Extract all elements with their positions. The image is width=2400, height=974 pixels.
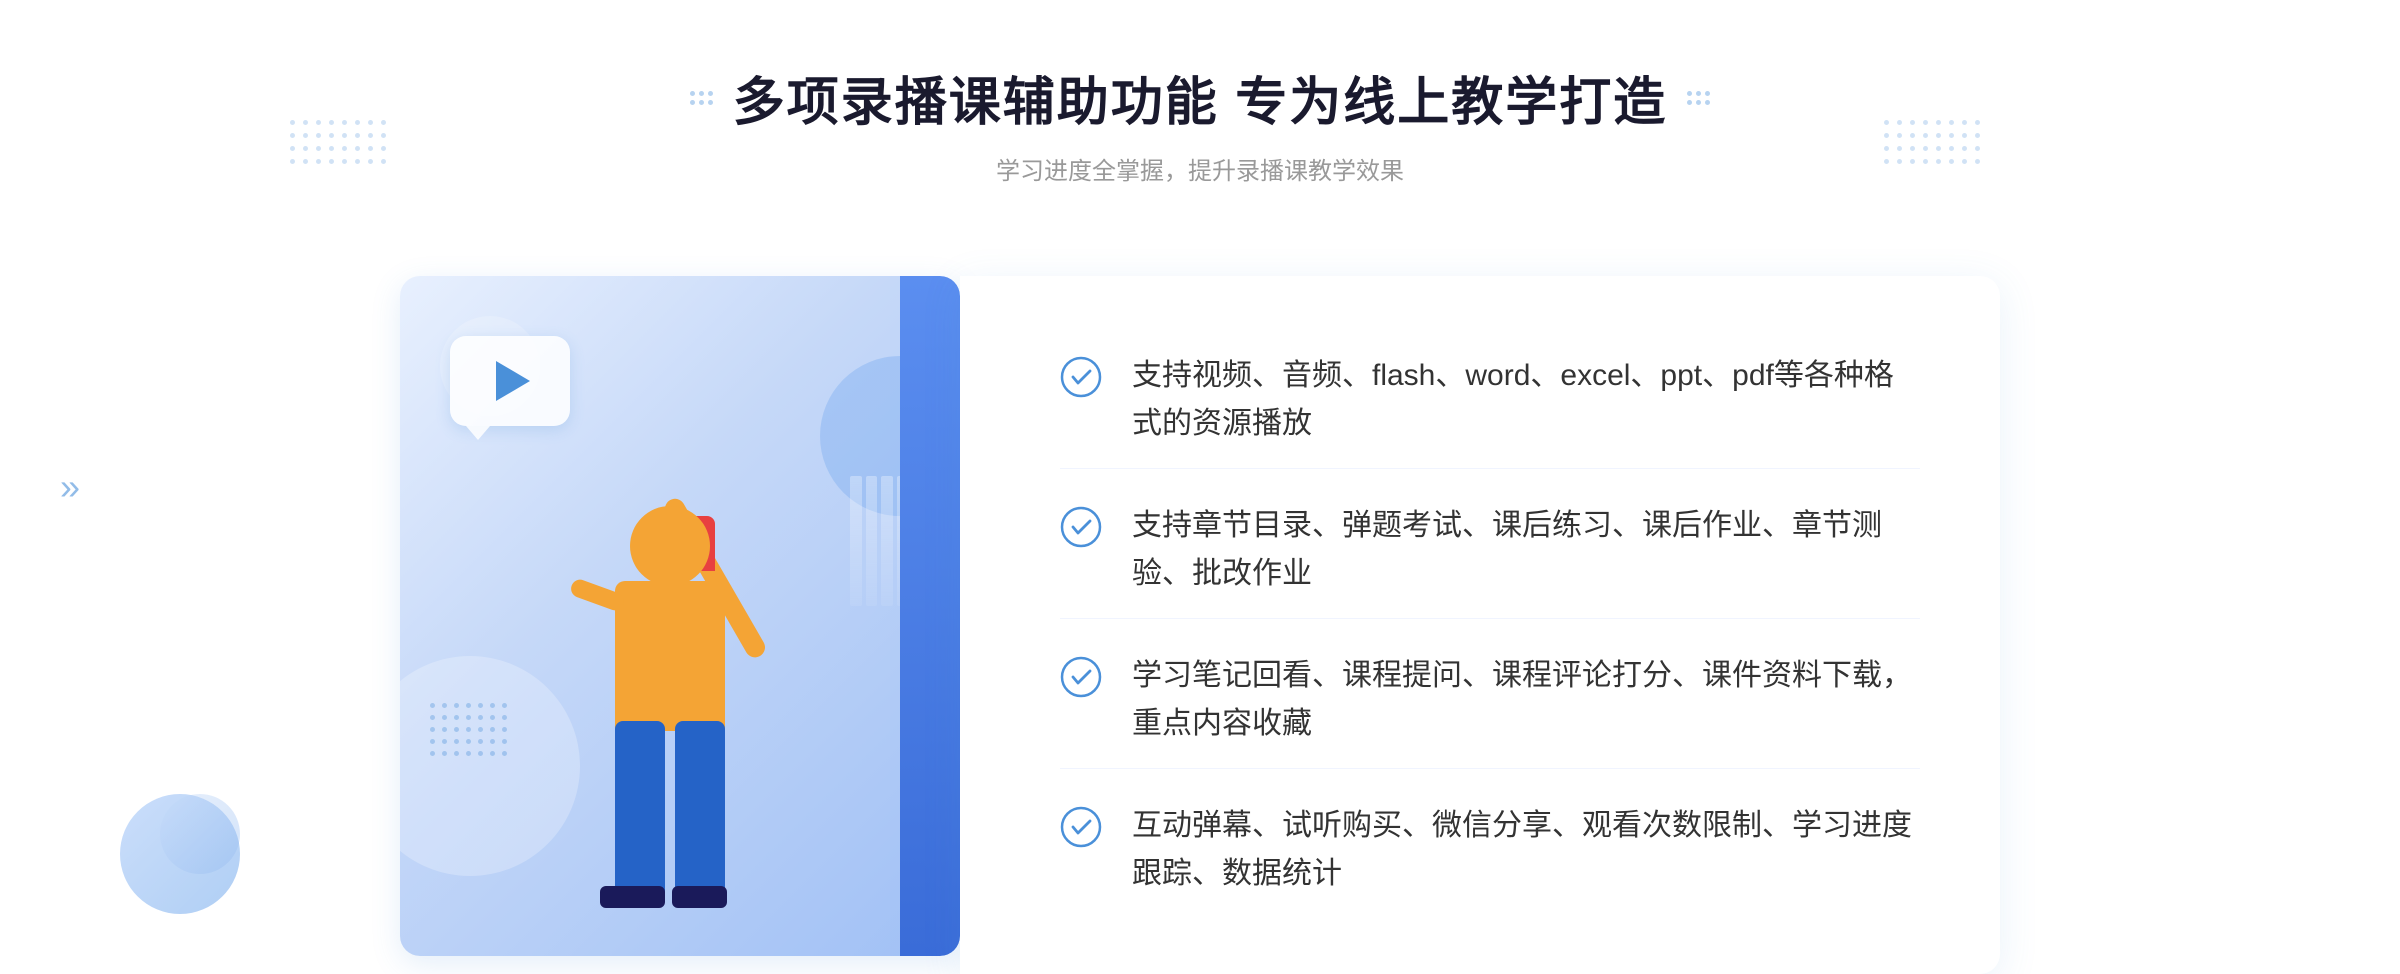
person-illustration xyxy=(500,426,800,956)
person-foot-left xyxy=(600,886,665,908)
play-bubble-bg xyxy=(450,336,570,426)
title-deco-left xyxy=(690,91,713,105)
feature-text-4: 互动弹幕、试听购买、微信分享、观看次数限制、学习进度跟踪、数据统计 xyxy=(1132,802,1920,898)
check-icon-4 xyxy=(1060,806,1102,848)
page-subtitle: 学习进度全掌握，提升录播课教学效果 xyxy=(690,151,1710,186)
page-container: » 多项录播课辅助功能 专为线上教学打造 学习进度全掌握，提升录播课教学效果 xyxy=(0,0,2400,974)
check-icon-2 xyxy=(1060,506,1102,548)
person-foot-right xyxy=(672,886,727,908)
person-head xyxy=(630,506,710,586)
feature-text-1: 支持视频、音频、flash、word、excel、ppt、pdf等各种格式的资源… xyxy=(1132,352,1920,448)
feature-item-1: 支持视频、音频、flash、word、excel、ppt、pdf等各种格式的资源… xyxy=(1060,332,1920,469)
dots-decoration-top-right xyxy=(1884,120,1980,164)
person-body xyxy=(615,581,725,731)
person-leg-left xyxy=(615,721,665,901)
deco-circle-2 xyxy=(160,794,240,874)
arrow-left-icon: » xyxy=(60,466,80,508)
feature-item-4: 互动弹幕、试听购买、微信分享、观看次数限制、学习进度跟踪、数据统计 xyxy=(1060,782,1920,918)
page-title: 多项录播课辅助功能 专为线上教学打造 xyxy=(733,60,1667,135)
feature-item-3: 学习笔记回看、课程提问、课程评论打分、课件资料下载，重点内容收藏 xyxy=(1060,632,1920,769)
check-icon-1 xyxy=(1060,356,1102,398)
blue-bar-accent xyxy=(900,276,960,956)
play-icon xyxy=(496,361,530,401)
check-icon-3 xyxy=(1060,656,1102,698)
feature-item-2: 支持章节目录、弹题考试、课后练习、课后作业、章节测验、批改作业 xyxy=(1060,482,1920,619)
play-bubble-tail xyxy=(466,426,490,440)
title-deco-right xyxy=(1687,91,1710,105)
illus-dots-decoration xyxy=(430,703,507,756)
person-leg-right xyxy=(675,721,725,901)
feature-text-3: 学习笔记回看、课程提问、课程评论打分、课件资料下载，重点内容收藏 xyxy=(1132,652,1920,748)
play-bubble xyxy=(450,336,570,436)
main-content: 支持视频、音频、flash、word、excel、ppt、pdf等各种格式的资源… xyxy=(400,236,2000,974)
illustration-panel xyxy=(400,276,960,956)
dots-decoration-top-left xyxy=(290,120,386,164)
content-panel: 支持视频、音频、flash、word、excel、ppt、pdf等各种格式的资源… xyxy=(960,276,2000,974)
page-header: 多项录播课辅助功能 专为线上教学打造 学习进度全掌握，提升录播课教学效果 xyxy=(690,60,1710,186)
feature-text-2: 支持章节目录、弹题考试、课后练习、课后作业、章节测验、批改作业 xyxy=(1132,502,1920,598)
title-row: 多项录播课辅助功能 专为线上教学打造 xyxy=(690,60,1710,135)
